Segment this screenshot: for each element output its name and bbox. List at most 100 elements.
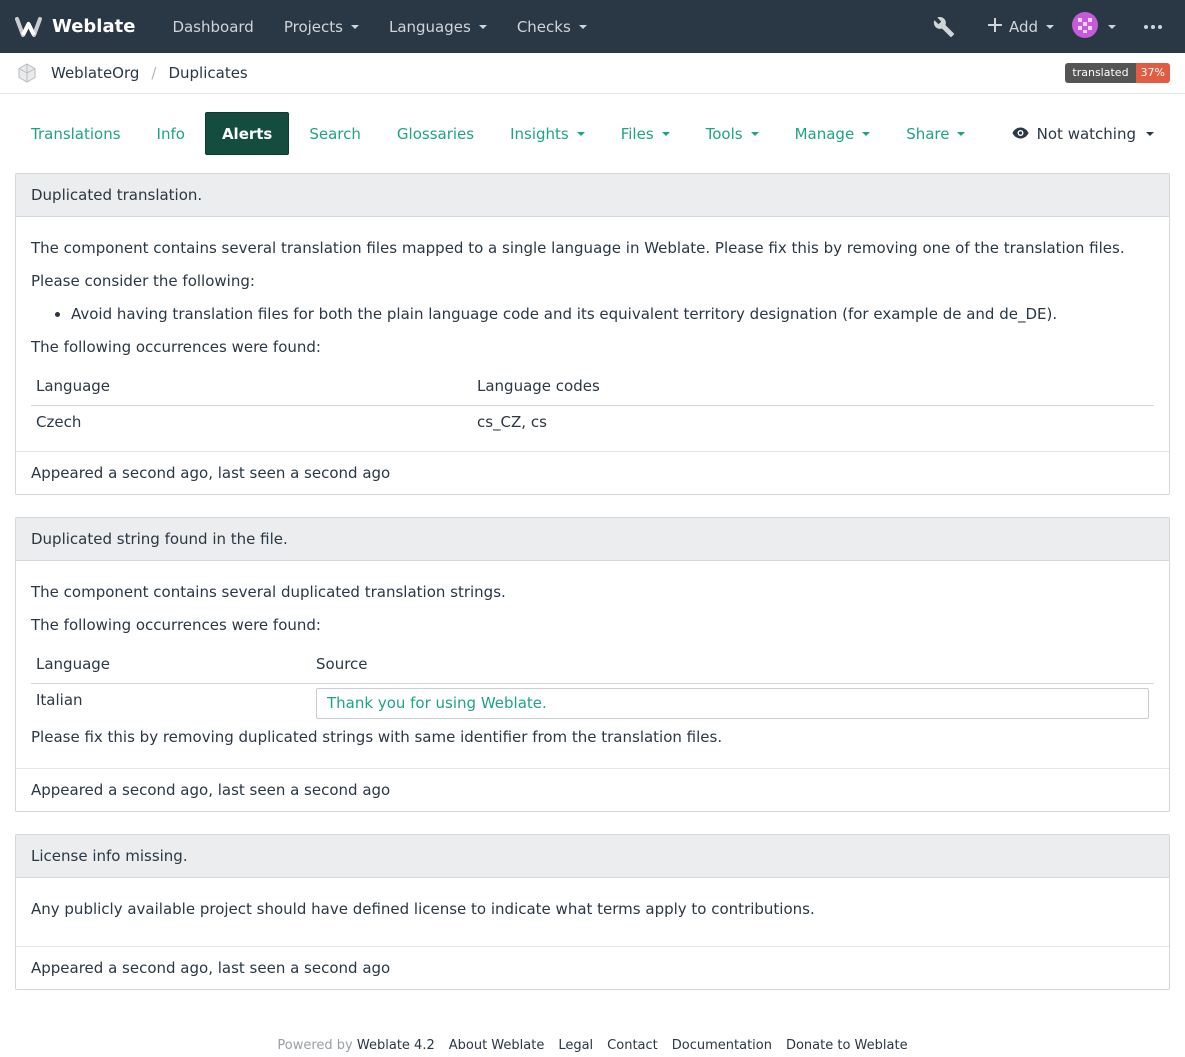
watch-label: Not watching [1036,124,1136,143]
alert-body: The component contains several duplicate… [16,561,1169,768]
nav-dashboard[interactable]: Dashboard [157,0,268,53]
occurrences-table: Language Source Italian Thank you for us… [31,646,1154,721]
occurrences-table: Language Language codes Czech cs_CZ, cs [31,368,1154,439]
alert-occurrences: The following occurrences were found: [31,616,321,634]
tab-label: Translations [31,124,121,143]
caret-down-icon [862,131,871,136]
caret-down-icon [478,24,487,29]
powered-by: Powered by Weblate 4.2 [277,1038,434,1053]
wrench-icon[interactable] [911,16,977,38]
weblate-version-link[interactable]: Weblate 4.2 [357,1038,435,1053]
tab-label: Search [309,124,361,143]
nav-projects[interactable]: Projects [269,0,374,53]
top-navbar: Weblate Dashboard Projects Languages Che… [0,0,1185,53]
alert-body: The component contains several translati… [16,217,1169,451]
alert-description: Any publicly available project should ha… [31,900,815,918]
user-menu[interactable] [1064,11,1130,42]
tab-translations[interactable]: Translations [15,112,137,155]
more-dots-icon[interactable] [1130,24,1170,29]
caret-down-icon [350,24,359,29]
badge-value: 37% [1135,63,1170,83]
tab-label: Glossaries [396,124,475,143]
nav-languages-label: Languages [388,17,471,36]
footer-link-documentation[interactable]: Documentation [672,1038,772,1053]
brand-name: Weblate [52,16,136,37]
table-cell: Thank you for using Weblate. [311,684,1154,722]
alert-title: Duplicated translation. [16,174,1169,217]
navbar-right: Add [911,0,1170,53]
breadcrumb-separator: / [151,64,157,82]
tab-label: Info [156,124,185,143]
watch-dropdown[interactable]: Not watching [1012,125,1170,143]
alert-bullet: Avoid having translation files for both … [71,298,1154,331]
table-header: Language [31,646,311,684]
alert-occurrences: The following occurrences were found: [31,338,321,356]
avatar [1072,11,1098,42]
alert-license-missing: License info missing. Any publicly avail… [15,834,1170,990]
alert-footer: Appeared a second ago, last seen a secon… [16,768,1169,811]
breadcrumb-project[interactable]: WeblateOrg [51,64,139,82]
alert-footer: Appeared a second ago, last seen a secon… [16,946,1169,989]
brand-link[interactable]: Weblate [15,16,135,38]
add-menu[interactable]: Add [977,0,1064,53]
tab-label: Share [906,124,950,143]
footer-link-contact[interactable]: Contact [607,1038,658,1053]
footer-link-about[interactable]: About Weblate [449,1038,545,1053]
footer-link-donate[interactable]: Donate to Weblate [786,1038,908,1053]
badge-label: translated [1065,63,1136,83]
tab-insights[interactable]: Insights [494,112,601,155]
table-header-row: Language Source [31,646,1154,684]
tab-label: Insights [510,124,569,143]
caret-down-icon [750,131,759,136]
tab-tools[interactable]: Tools [690,112,775,155]
caret-down-icon [578,24,587,29]
alert-title: License info missing. [16,835,1169,878]
table-header: Language codes [472,368,1154,406]
nav-dashboard-label: Dashboard [172,17,254,36]
tab-files[interactable]: Files [605,112,686,155]
table-header: Source [311,646,1154,684]
powered-label: Powered by [277,1038,353,1053]
tab-manage[interactable]: Manage [779,112,887,155]
table-row: Czech cs_CZ, cs [31,406,1154,440]
table-cell: Italian [36,691,83,709]
caret-down-icon [957,131,966,136]
nav-languages[interactable]: Languages [374,0,502,53]
alert-fix: Please fix this by removing duplicated s… [31,728,723,746]
table-cell: Czech [36,413,82,431]
eye-icon [1012,125,1029,143]
weblate-logo-icon [15,16,42,38]
table-header-row: Language Language codes [31,368,1154,406]
alert-description: The component contains several translati… [31,239,1125,257]
tab-search[interactable]: Search [293,112,377,155]
tab-glossaries[interactable]: Glossaries [381,112,490,155]
tab-label: Manage [794,124,855,143]
alert-title: Duplicated string found in the file. [16,518,1169,561]
footer-link-legal[interactable]: Legal [558,1038,593,1053]
alert-footer: Appeared a second ago, last seen a secon… [16,451,1169,494]
caret-down-icon [1046,24,1054,29]
translation-status-badge[interactable]: translated 37% [1065,63,1170,83]
alert-body: Any publicly available project should ha… [16,878,1169,946]
caret-down-icon [576,131,585,136]
nav-projects-label: Projects [283,17,343,36]
plus-icon [987,17,1003,37]
tab-label: Alerts [221,124,273,143]
alert-duplicate-language: Duplicated translation. The component co… [15,173,1170,495]
tab-share[interactable]: Share [890,112,981,155]
nav-checks-label: Checks [516,17,571,36]
breadcrumb-component[interactable]: Duplicates [168,64,247,82]
table-header: Language [31,368,472,406]
tab-label: Tools [705,124,743,143]
source-string-link[interactable]: Thank you for using Weblate. [316,688,1149,719]
tab-alerts[interactable]: Alerts [204,112,290,155]
table-cell: cs_CZ, cs [477,413,547,431]
breadcrumb: WeblateOrg / Duplicates [17,63,248,83]
table-row: Italian Thank you for using Weblate. [31,684,1154,722]
nav-checks[interactable]: Checks [502,0,602,53]
alert-description: The component contains several duplicate… [31,583,506,601]
alert-consider: Please consider the following: [31,272,255,290]
caret-down-icon [1108,24,1116,29]
tab-info[interactable]: Info [141,112,201,155]
alert-bullets: Avoid having translation files for both … [31,298,1154,331]
